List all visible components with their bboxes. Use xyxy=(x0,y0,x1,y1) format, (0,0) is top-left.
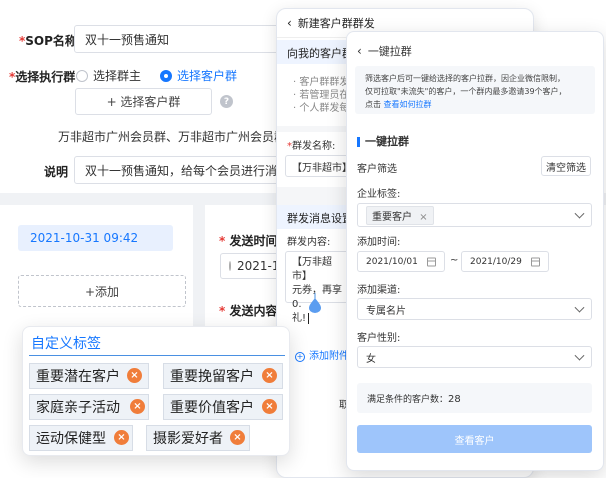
chevron-down-icon xyxy=(574,208,585,219)
tag-label: 重要价值客户 xyxy=(170,400,254,416)
custom-tags-card: 自定义标签 重要潜在客户 × 重要挽留客户 × 家庭亲子活动 × 重要价值客户 … xyxy=(22,326,290,456)
content-line: 【万非超市】 xyxy=(292,257,332,282)
tag-label: 重要潜在客户 xyxy=(36,369,120,385)
chevron-down-icon xyxy=(574,302,585,313)
close-circle-icon[interactable]: × xyxy=(262,368,277,383)
count-box: 满足条件的客户数：28 xyxy=(357,383,592,413)
column-divider xyxy=(193,205,205,335)
msg-section-title: 群发消息设置 xyxy=(287,212,353,225)
count-text: 满足条件的客户数：28 xyxy=(367,394,461,405)
gender-select[interactable]: 女 xyxy=(357,346,592,368)
date-start-value: 2021/10/01 xyxy=(366,256,418,267)
desc-input[interactable]: 双十一预售通知，给每个会员进行消息推 xyxy=(74,156,296,184)
group-name-input[interactable]: 【万非超市】 xyxy=(285,155,352,177)
channel-value: 专属名片 xyxy=(366,305,406,317)
count-value: 28 xyxy=(448,394,461,405)
title-underline xyxy=(29,355,285,356)
tags-title: 自定义标签 xyxy=(31,336,101,352)
radio-owner[interactable]: 选择群主 xyxy=(76,67,141,84)
tag-chip: 重要客户 × xyxy=(366,205,434,225)
radio-customer-dot xyxy=(160,69,172,82)
sop-name-input[interactable]: 双十一预售通知 xyxy=(74,25,294,53)
back-icon[interactable]: ‹ xyxy=(287,16,292,30)
tag-label: 运动保健型 xyxy=(36,431,106,447)
close-circle-icon[interactable]: × xyxy=(127,368,142,383)
gender-label: 客户性别: xyxy=(357,333,401,344)
clear-filter-button[interactable]: 清空筛选 xyxy=(541,156,591,176)
exec-group-label: *选择执行群 xyxy=(9,70,76,84)
close-circle-icon[interactable]: × xyxy=(230,430,245,445)
time-label: 添加时间: xyxy=(357,237,401,248)
how-to-link[interactable]: 查看如何拉群 xyxy=(384,100,432,109)
date-end-value: 2021/10/29 xyxy=(470,256,522,267)
content-label: 群发内容: xyxy=(287,237,331,248)
info-line: 筛选客户后可一键给选择的客户拉群，因企业微信限制， xyxy=(365,74,565,83)
plus-circle-icon: + xyxy=(295,352,305,362)
tag-select[interactable]: 重要客户 × xyxy=(357,203,592,227)
close-circle-icon[interactable]: × xyxy=(262,399,277,414)
selected-groups: 万非超市广州会员群、万非超市广州会员群07， xyxy=(58,130,314,144)
info-line: 仅可拉取"未流失"的客户，一个群内最多邀请39个客户， xyxy=(365,87,567,96)
desc-label: 说明 xyxy=(44,165,69,179)
section-title: 一键拉群 xyxy=(357,133,409,149)
calendar-icon xyxy=(427,257,436,266)
sop-name-label: *SOP名称 xyxy=(19,34,77,48)
info-box: 筛选客户后可一键给选择的客户拉群，因企业微信限制， 仅可拉取"未流失"的客户，一… xyxy=(355,66,595,114)
section-bar xyxy=(357,137,360,147)
info-line: 点击 查看如何拉群 xyxy=(365,100,432,109)
send-time-value: 2021-1 xyxy=(237,259,280,273)
remove-tag-icon[interactable]: × xyxy=(419,212,427,223)
phone-header-title: 新建客户群群发 xyxy=(297,17,375,30)
add-button[interactable]: +添加 xyxy=(18,275,186,307)
close-circle-icon[interactable]: × xyxy=(130,399,145,414)
text-cursor-drop-icon xyxy=(308,293,322,313)
clock-icon xyxy=(229,261,231,271)
date-start-input[interactable]: 2021/10/01 xyxy=(357,251,445,272)
date-chip[interactable]: 2021-10-31 09:42 xyxy=(18,225,173,251)
filter-label: 客户筛选 xyxy=(357,164,397,175)
date-separator: ~ xyxy=(450,255,459,266)
select-group-button[interactable]: + 选择客户群 xyxy=(75,88,212,115)
content-line: 礼! xyxy=(292,312,346,326)
help-icon[interactable]: ? xyxy=(220,95,233,108)
radio-customer[interactable]: 选择客户群 xyxy=(160,67,237,84)
tag-label: 企业标签: xyxy=(357,189,401,200)
calendar-icon xyxy=(531,257,540,266)
date-end-input[interactable]: 2021/10/29 xyxy=(461,251,549,272)
tag-label: 家庭亲子活动 xyxy=(36,400,120,416)
panel-header: ‹ 一键拉群 xyxy=(357,44,412,58)
send-time-label: * 发送时间 xyxy=(219,234,278,248)
view-customers-button[interactable]: 查看客户 xyxy=(357,425,592,453)
radio-owner-dot xyxy=(76,69,88,82)
close-circle-icon[interactable]: × xyxy=(114,430,129,445)
chevron-down-icon xyxy=(574,350,585,361)
pull-group-panel: ‹ 一键拉群 筛选客户后可一键给选择的客户拉群，因企业微信限制， 仅可拉取"未流失… xyxy=(346,31,604,471)
radio-customer-label: 选择客户群 xyxy=(177,69,238,83)
phone-section-title: 向我的客户群 xyxy=(287,47,353,60)
gender-value: 女 xyxy=(366,353,376,365)
tag-label: 摄影爱好者 xyxy=(153,431,223,447)
channel-select[interactable]: 专属名片 xyxy=(357,298,592,320)
radio-owner-label: 选择群主 xyxy=(93,69,142,83)
tag-label: 重要挽留客户 xyxy=(170,369,254,385)
add-attachment[interactable]: + 添加附件 xyxy=(295,347,349,362)
back-icon[interactable]: ‹ xyxy=(357,44,362,58)
channel-label: 添加渠道: xyxy=(357,285,401,296)
group-name-label: *群发名称: xyxy=(287,141,336,152)
send-content-label: * 发送内容 xyxy=(219,304,278,318)
